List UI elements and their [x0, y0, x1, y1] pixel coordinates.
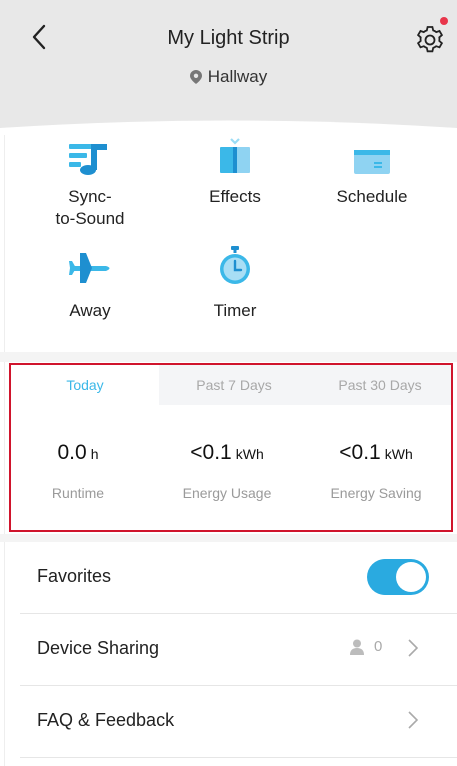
away-button[interactable]: Away [20, 246, 160, 322]
tab-past-7-days[interactable]: Past 7 Days [159, 365, 309, 405]
energy-saving-stat: <0.1 kWh Energy Saving [301, 441, 451, 501]
sharing-count: 0 [374, 638, 383, 655]
chevron-right-icon [408, 639, 418, 657]
runtime-stat: 0.0 h Runtime [3, 441, 153, 501]
favorites-label: Favorites [37, 566, 112, 586]
schedule-label: Schedule [336, 187, 408, 206]
energy-saving-caption: Energy Saving [330, 485, 422, 501]
away-label: Away [69, 301, 111, 320]
favorites-toggle[interactable] [367, 559, 429, 595]
user-icon [350, 639, 364, 655]
faq-feedback-row[interactable]: FAQ & Feedback [20, 686, 457, 758]
runtime-caption: Runtime [51, 485, 105, 501]
effects-label: Effects [209, 187, 261, 206]
timer-label: Timer [213, 301, 257, 320]
stats-tabs: Today Past 7 Days Past 30 Days [11, 365, 451, 405]
device-location: Hallway [0, 67, 457, 89]
energy-usage-caption: Energy Usage [182, 485, 272, 501]
location-pin-icon [189, 70, 202, 84]
sync-to-sound-label: Sync- to-Sound [55, 187, 125, 228]
music-note-icon [69, 144, 107, 175]
calendar-icon [354, 150, 390, 174]
section-divider [0, 352, 457, 362]
tab-today[interactable]: Today [11, 365, 159, 405]
airplane-icon [69, 253, 110, 283]
device-sharing-row[interactable]: Device Sharing 0 [20, 614, 457, 686]
page-title: My Light Strip [167, 27, 290, 49]
gear-icon[interactable] [414, 24, 446, 56]
energy-usage-unit: kWh [235, 446, 264, 462]
chevron-right-icon [408, 711, 418, 729]
energy-stats-panel: Today Past 7 Days Past 30 Days 0.0 h Runt… [9, 363, 453, 532]
book-icon [220, 138, 250, 173]
energy-saving-unit: kWh [384, 446, 413, 462]
runtime-value: 0.0 [57, 441, 87, 464]
energy-usage-stat: <0.1 kWh Energy Usage [152, 441, 302, 501]
toggle-knob [396, 562, 426, 592]
runtime-unit: h [90, 446, 99, 462]
sharing-count-group: 0 [350, 638, 382, 655]
timer-button[interactable]: Timer [165, 246, 305, 322]
stopwatch-icon [220, 246, 250, 284]
energy-saving-value: <0.1 [339, 441, 381, 464]
favorites-row: Favorites [20, 542, 457, 614]
sync-to-sound-button[interactable]: Sync- to-Sound [20, 136, 160, 230]
notification-dot [440, 17, 448, 25]
effects-button[interactable]: Effects [165, 136, 305, 208]
tab-past-30-days[interactable]: Past 30 Days [309, 365, 451, 405]
section-divider [0, 534, 457, 542]
device-sharing-label: Device Sharing [37, 638, 160, 658]
faq-feedback-label: FAQ & Feedback [37, 710, 175, 730]
energy-usage-value: <0.1 [190, 441, 232, 464]
location-label: Hallway [207, 67, 268, 86]
schedule-button[interactable]: Schedule [302, 136, 442, 208]
feature-grid: Sync- to-Sound Effects Schedule Away Tim… [0, 128, 457, 350]
